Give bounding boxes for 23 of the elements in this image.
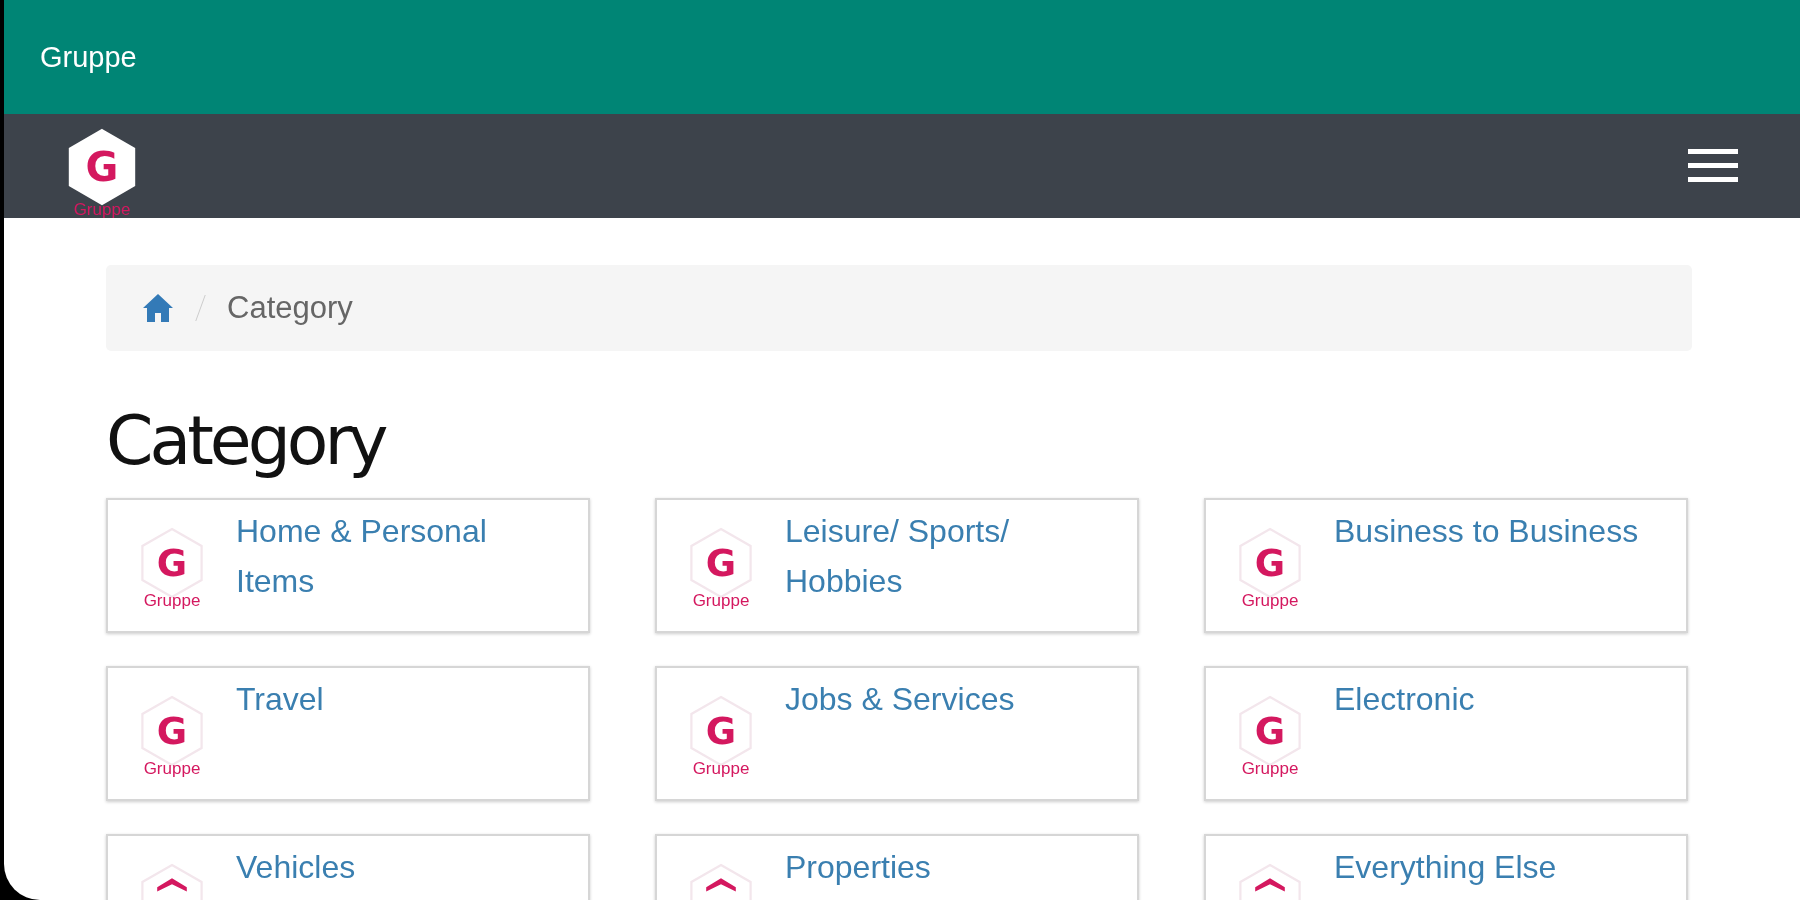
- category-card[interactable]: Vehicles: [106, 834, 590, 900]
- menu-button[interactable]: [1688, 147, 1738, 185]
- category-label: Jobs & Services: [785, 680, 1015, 719]
- app-title: Gruppe: [40, 40, 137, 74]
- category-label: Electronic: [1334, 680, 1475, 719]
- category-card[interactable]: G Gruppe Jobs & Services: [655, 666, 1139, 801]
- home-icon[interactable]: [142, 293, 174, 323]
- category-label: Travel: [236, 680, 324, 719]
- page-heading: Category: [106, 401, 387, 480]
- category-label: Business to Business: [1334, 512, 1639, 551]
- category-card[interactable]: G Gruppe Leisure/ Sports/ Hobbies: [655, 498, 1139, 633]
- category-card[interactable]: G Gruppe Travel: [106, 666, 590, 801]
- category-label: Home & Personal Items: [236, 512, 488, 601]
- category-card[interactable]: Properties: [655, 834, 1139, 900]
- category-label: Vehicles: [236, 848, 356, 887]
- category-card[interactable]: G Gruppe Business to Business: [1204, 498, 1688, 633]
- category-card[interactable]: Everything Else: [1204, 834, 1688, 900]
- category-label: Leisure/ Sports/ Hobbies: [785, 512, 1011, 601]
- category-card[interactable]: G Gruppe Home & Personal Items: [106, 498, 590, 633]
- category-label: Properties: [785, 848, 931, 887]
- category-card[interactable]: G Gruppe Electronic: [1204, 666, 1688, 801]
- category-label: Everything Else: [1334, 848, 1557, 887]
- breadcrumb-current: Category: [227, 290, 353, 326]
